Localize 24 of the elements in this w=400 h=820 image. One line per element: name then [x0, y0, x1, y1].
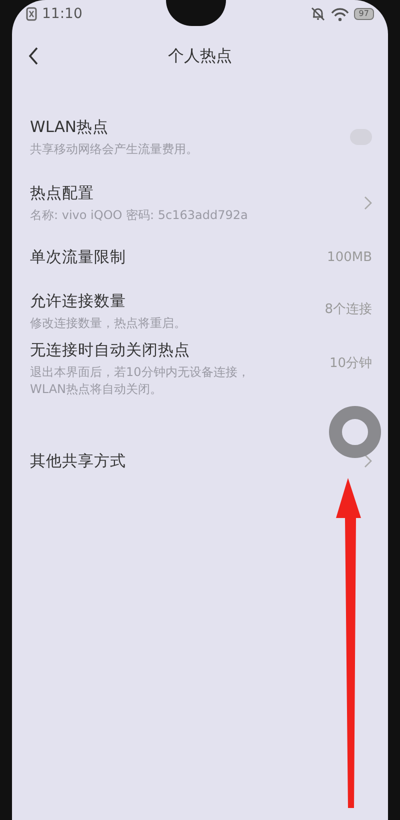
setting-title[interactable]: WLAN热点	[30, 116, 198, 138]
setting-title[interactable]: 其他共享方式	[30, 450, 126, 472]
page-title: 个人热点	[168, 46, 232, 66]
setting-title[interactable]: 允许连接数量	[30, 290, 186, 312]
chevron-right-icon	[364, 454, 372, 468]
chevron-right-icon	[364, 196, 372, 210]
floating-ball[interactable]	[329, 406, 381, 458]
setting-description: 名称: vivo iQOO 密码: 5c163add792a	[30, 206, 248, 224]
wifi-icon	[330, 6, 349, 22]
setting-description: 修改连接数量，热点将重启。	[30, 314, 186, 332]
setting-value: 8个连接	[324, 301, 372, 318]
notification-icon	[26, 7, 37, 21]
setting-value: 100MB	[327, 250, 372, 264]
muted-bell-icon	[310, 6, 326, 22]
setting-description: 共享移动网络会产生流量费用。	[30, 140, 198, 158]
setting-description: 退出本界面后，若10分钟内无设备连接，WLAN热点将自动关闭。	[30, 364, 250, 398]
setting-title[interactable]: 热点配置	[30, 182, 248, 204]
back-icon	[28, 46, 39, 66]
setting-value: 10分钟	[329, 355, 372, 372]
status-time: 11:10	[42, 6, 82, 22]
screen-notch	[166, 0, 226, 26]
battery-indicator: 97	[354, 8, 374, 20]
setting-title[interactable]: 单次流量限制	[30, 246, 126, 268]
setting-title[interactable]: 无连接时自动关闭热点	[30, 340, 260, 361]
